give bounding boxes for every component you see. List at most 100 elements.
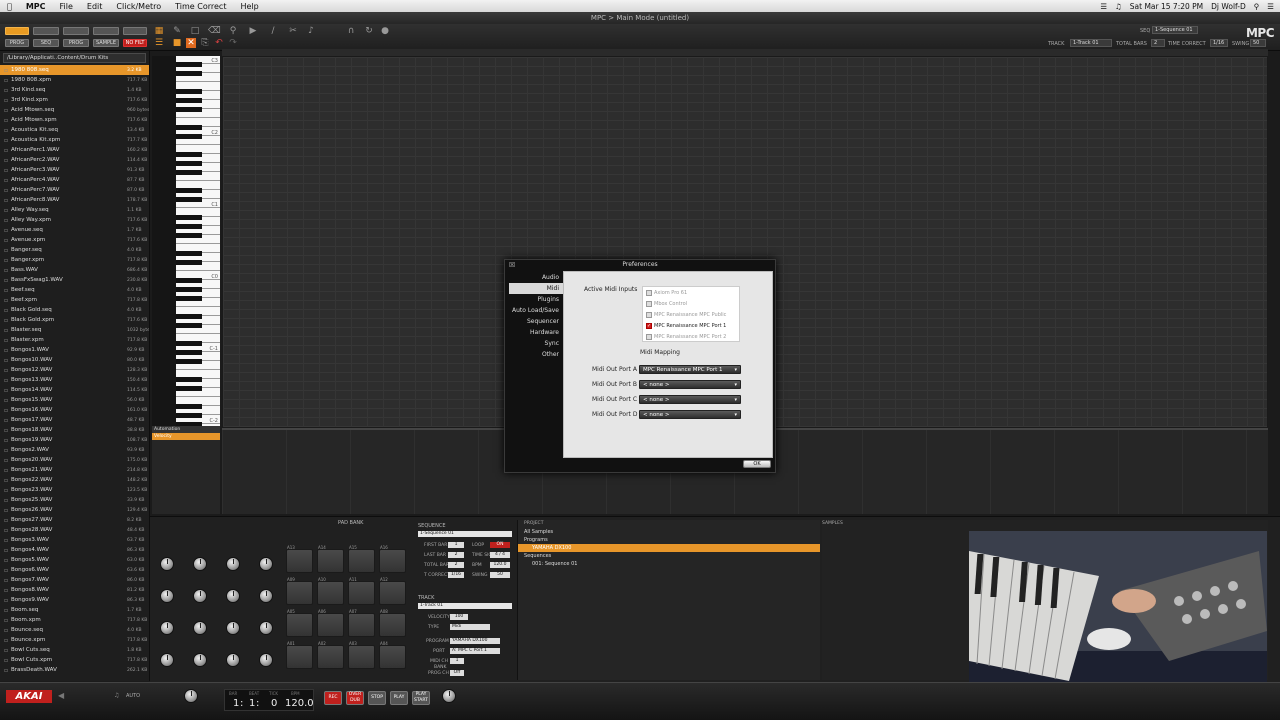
drum-pad[interactable]	[317, 645, 344, 669]
drum-pad[interactable]	[348, 613, 375, 637]
menu-help[interactable]: Help	[233, 2, 265, 11]
black-key[interactable]	[176, 107, 202, 112]
total-bars-field[interactable]: 2	[1151, 39, 1165, 47]
file-row[interactable]: ▫ BrassDeath.WAV 262.1 KB	[0, 665, 149, 675]
prefs-nav-other[interactable]: Other	[509, 349, 563, 360]
drum-pad[interactable]	[348, 581, 375, 605]
menu-app[interactable]: MPC	[19, 2, 53, 11]
black-key[interactable]	[176, 413, 202, 418]
file-row[interactable]: ▫ 1980 808.xpm 717.7 KB	[0, 75, 149, 85]
file-row[interactable]: ▫ Avenue.xpm 717.6 KB	[0, 235, 149, 245]
drum-pad[interactable]	[317, 581, 344, 605]
file-row[interactable]: ▫ Bass.WAV 686.4 KB	[0, 265, 149, 275]
file-row[interactable]: ▫ Black Gold.seq 4.0 KB	[0, 305, 149, 315]
file-row[interactable]: ▫ AfricanPerc8.WAV 178.7 KB	[0, 195, 149, 205]
drum-pad[interactable]	[379, 613, 406, 637]
master-volume-knob[interactable]	[184, 689, 198, 703]
counter-beat[interactable]: 1	[249, 698, 255, 709]
file-row[interactable]: ▫ Bongos2.WAV 93.9 KB	[0, 445, 149, 455]
cut-tool-icon[interactable]: ✂	[288, 26, 298, 36]
copy-icon[interactable]: ⎘	[200, 38, 210, 48]
midi-input-checkbox[interactable]	[646, 300, 652, 307]
black-key[interactable]	[176, 215, 202, 220]
apple-icon[interactable]: 	[0, 2, 19, 11]
seq-param-value[interactable]: 2	[448, 562, 464, 568]
file-row[interactable]: ▫ Bongos4.WAV 86.3 KB	[0, 545, 149, 555]
file-row[interactable]: ▫ Bounce.xpm 717.8 KB	[0, 635, 149, 645]
prefs-nav-audio[interactable]: Audio	[509, 272, 563, 283]
rec-button[interactable]: REC	[324, 691, 342, 705]
prefs-nav-midi[interactable]: Midi	[509, 283, 563, 294]
file-row[interactable]: ▫ Bongos14.WAV 114.5 KB	[0, 385, 149, 395]
black-key[interactable]	[176, 296, 202, 301]
file-row[interactable]: ▫ Bongos9.WAV 86.3 KB	[0, 595, 149, 605]
black-key[interactable]	[176, 152, 202, 157]
undo-icon[interactable]: ↶	[214, 38, 224, 48]
seq-param-value[interactable]: 1	[448, 542, 464, 548]
eraser-tool-icon[interactable]: ⌫	[208, 26, 221, 36]
track-name-field[interactable]: 1-Track 01	[418, 603, 512, 609]
black-key[interactable]	[176, 161, 202, 166]
black-key[interactable]	[176, 377, 202, 382]
file-row[interactable]: ▫ Beef.seq 4.0 KB	[0, 285, 149, 295]
qlink-knob[interactable]	[226, 589, 240, 603]
prefs-nav-sync[interactable]: Sync	[509, 338, 563, 349]
file-row[interactable]: ▫ Bongos6.WAV 63.6 KB	[0, 565, 149, 575]
no-filter-button[interactable]: NO FILT	[123, 39, 147, 47]
drum-pad[interactable]	[348, 549, 375, 573]
mode-button-4[interactable]	[93, 27, 119, 35]
mode-button-5[interactable]	[123, 27, 147, 35]
drum-pad[interactable]	[317, 613, 344, 637]
file-row[interactable]: ▫ Bongos20.WAV 175.0 KB	[0, 455, 149, 465]
file-row[interactable]: ▫ AfricanPerc3.WAV 91.3 KB	[0, 165, 149, 175]
file-row[interactable]: ▫ 1980 808.seq 3.2 KB	[0, 65, 149, 75]
seq-button[interactable]: SEQ	[33, 39, 59, 47]
black-key[interactable]	[176, 314, 202, 319]
project-tree-item[interactable]: 001: Sequence 01	[518, 560, 820, 568]
prefs-nav-sequencer[interactable]: Sequencer	[509, 316, 563, 327]
black-key[interactable]	[176, 197, 202, 202]
black-key[interactable]	[176, 89, 202, 94]
magnet-icon[interactable]: ∩	[346, 26, 356, 36]
drum-pad[interactable]	[286, 581, 313, 605]
file-row[interactable]: ▫ Bongos17.WAV 48.7 KB	[0, 415, 149, 425]
midi-out-dropdown[interactable]: MPC Renaissance MPC Port 1 ▾	[639, 365, 741, 374]
file-row[interactable]: ▫ Bongos10.WAV 80.0 KB	[0, 355, 149, 365]
midi-input-row[interactable]: Mbox Control	[643, 298, 739, 309]
black-key[interactable]	[176, 134, 202, 139]
black-key[interactable]	[176, 386, 202, 391]
black-key[interactable]	[176, 125, 202, 130]
midi-input-row[interactable]: Axiom Pro 61	[643, 287, 739, 298]
midi-input-checkbox[interactable]	[646, 333, 652, 340]
pencil-tool-icon[interactable]: ✎	[172, 26, 182, 36]
project-tree-item[interactable]: YAMAHA DX100	[518, 544, 820, 552]
menubar-user[interactable]: Dj Wolf-D	[1211, 2, 1246, 11]
sequence-select[interactable]: 1-Sequence 01	[1152, 26, 1198, 34]
file-row[interactable]: ▫ Acoustica Kit.xpm 717.7 KB	[0, 135, 149, 145]
midi-input-row[interactable]: ✓ MPC Renaissance MPC Port 1	[643, 320, 739, 331]
qlink-knob[interactable]	[226, 557, 240, 571]
browser-path-field[interactable]: /Library/Applicati..Content/Drum Kits	[3, 53, 146, 63]
type-field[interactable]: Midi	[450, 624, 490, 630]
note-tool-icon[interactable]: ♪	[306, 26, 316, 36]
qlink-knob[interactable]	[160, 621, 174, 635]
file-row[interactable]: ▫ Bowl Cuts.seq 1.8 KB	[0, 645, 149, 655]
file-row[interactable]: ▫ Bongos12.WAV 128.3 KB	[0, 365, 149, 375]
qlink-knob[interactable]	[226, 621, 240, 635]
black-key[interactable]	[176, 350, 202, 355]
edit-icon[interactable]: ■	[172, 38, 182, 48]
qlink-knob[interactable]	[226, 653, 240, 667]
seq-param-value[interactable]: 2	[448, 552, 464, 558]
drum-pad[interactable]	[286, 645, 313, 669]
midi-ch-field[interactable]: 1	[450, 658, 464, 664]
menubar-clock[interactable]: Sat Mar 15 7:20 PM	[1130, 2, 1203, 11]
drum-pad[interactable]	[379, 549, 406, 573]
seq-param-value[interactable]: 1/16	[448, 572, 464, 578]
automation-velocity-item[interactable]: Velocity	[152, 433, 220, 440]
overdub-button[interactable]: OVER DUB	[346, 691, 364, 705]
mode-button-3[interactable]	[63, 27, 89, 35]
program-field[interactable]: YAMAHA DX100	[450, 638, 500, 644]
file-row[interactable]: ▫ Black Gold.xpm 717.6 KB	[0, 315, 149, 325]
seq-param-value[interactable]: 4 / 4	[490, 552, 510, 558]
seq-param-value[interactable]: 50	[490, 572, 510, 578]
